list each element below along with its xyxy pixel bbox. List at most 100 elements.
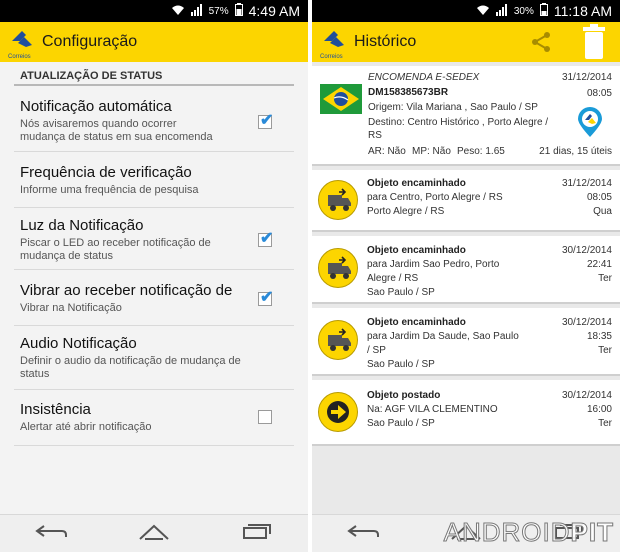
event-weekday: Qua (593, 206, 612, 217)
correios-logo[interactable]: Correios (320, 25, 348, 60)
event-time: 18:35 (586, 331, 612, 342)
notification-light-checkbox[interactable]: ✔ (258, 230, 273, 247)
event-detail: Na: AGF VILA CLEMENTINO (367, 404, 498, 415)
pref-summary: Vibrar na Notificação (20, 302, 122, 314)
pref-check-frequency[interactable]: Frequência de verificação Informe uma fr… (14, 152, 294, 208)
event-item[interactable]: Objeto encaminhado para Centro, Porto Al… (312, 170, 620, 232)
tracking-code: DM158385673BR (368, 87, 449, 98)
pref-insistence[interactable]: Insistência Alertar até abrir notificaçã… (14, 390, 294, 446)
vibrate-checkbox[interactable]: ✔ (258, 289, 273, 306)
signal-icon (495, 3, 508, 19)
date: 31/12/2014 (561, 72, 612, 83)
event-time: 08:05 (586, 192, 612, 203)
time: 08:05 (586, 88, 612, 99)
pref-notification-light[interactable]: Luz da Notificação Piscar o LED ao receb… (14, 208, 294, 270)
event-date: 30/12/2014 (561, 390, 612, 401)
truck-icon (318, 180, 358, 220)
insistence-checkbox[interactable] (258, 410, 272, 424)
brazil-flag-icon (320, 84, 362, 119)
pref-title: Vibrar ao receber notificação de (20, 282, 233, 299)
event-item[interactable]: Objeto postado Na: AGF VILA CLEMENTINO S… (312, 380, 620, 446)
pref-summary: Informe uma frequência de pesquisa (20, 184, 199, 196)
location-pin-icon[interactable] (576, 106, 604, 143)
pref-vibrate[interactable]: Vibrar ao receber notificação de Vibrar … (14, 270, 294, 326)
app-bar: Correios Histórico (312, 22, 620, 62)
pref-summary: Piscar o LED ao receber notificação de (20, 237, 211, 249)
mp-flag: MP: Não (412, 146, 451, 157)
status-bar: 57% 4:49 AM (0, 0, 308, 22)
correios-logo-icon (324, 31, 344, 47)
event-weekday: Ter (598, 418, 612, 429)
elapsed-days: 21 dias, 15 úteis (539, 146, 612, 157)
event-detail: Sao Paulo / SP (367, 287, 435, 298)
destination: Destino: Centro Histórico , Porto Alegre… (368, 117, 549, 128)
status-bar: 30% 11:18 AM (312, 0, 620, 22)
watermark: ANDROIDPIT (443, 517, 614, 548)
pref-title: Insistência (20, 401, 91, 418)
app-bar: Correios Configuração (0, 22, 308, 62)
back-icon[interactable] (346, 523, 380, 544)
wifi-icon (476, 4, 490, 19)
clock: 4:49 AM (248, 3, 300, 19)
event-detail: / SP (367, 345, 386, 356)
page-title: Histórico (354, 33, 417, 50)
destination: RS (368, 130, 382, 141)
package-summary-card[interactable]: ENCOMENDA E-SEDEX DM158385673BR Origem: … (312, 66, 620, 166)
pref-summary: status (20, 368, 50, 380)
event-item[interactable]: Objeto encaminhado para Jardim Sao Pedro… (312, 236, 620, 304)
pref-summary: Definir o audio da notificação de mudanç… (20, 355, 241, 367)
history-screen: 30% 11:18 AM Correios Histórico ENCOMEND… (312, 0, 620, 552)
event-detail: Sao Paulo / SP (367, 418, 435, 429)
recent-apps-icon[interactable] (240, 523, 274, 544)
event-detail: Sao Paulo / SP (367, 359, 435, 370)
pref-summary: Nós avisaremos quando ocorrer (20, 118, 177, 130)
home-icon[interactable] (137, 522, 171, 545)
battery-percentage: 30% (513, 5, 534, 17)
event-detail: para Jardim Sao Pedro, Porto (367, 259, 500, 270)
event-time: 16:00 (586, 404, 612, 415)
event-title: Objeto encaminhado (367, 245, 466, 256)
ar-flag: AR: Não (368, 146, 406, 157)
check-icon: ✔ (260, 112, 274, 129)
battery-icon (234, 3, 243, 19)
page-title: Configuração (42, 33, 138, 50)
navigation-bar (0, 514, 308, 552)
auto-notification-checkbox[interactable]: ✔ (258, 112, 273, 129)
settings-screen: 57% 4:49 AM Correios Configuração ATUALI… (0, 0, 308, 552)
event-title: Objeto postado (367, 390, 441, 401)
pref-summary: Alertar até abrir notificação (20, 421, 152, 433)
correios-logo[interactable]: Correios (8, 25, 36, 60)
share-icon[interactable] (530, 31, 552, 58)
event-detail: para Centro, Porto Alegre / RS (367, 192, 503, 203)
event-date: 30/12/2014 (561, 317, 612, 328)
pref-summary: mudança de status em sua encomenda (20, 131, 213, 143)
wifi-icon (171, 4, 185, 19)
event-date: 31/12/2014 (561, 178, 612, 189)
event-date: 30/12/2014 (561, 245, 612, 256)
clock: 11:18 AM (553, 3, 612, 19)
correios-logo-icon (12, 31, 32, 47)
truck-icon (318, 320, 358, 360)
event-weekday: Ter (598, 345, 612, 356)
event-item[interactable]: Objeto encaminhado para Jardim Da Saude,… (312, 308, 620, 376)
pref-title: Notificação automática (20, 98, 172, 115)
logo-text: Correios (320, 54, 343, 60)
check-icon: ✔ (260, 289, 274, 306)
event-detail: para Jardim Da Saude, Sao Paulo (367, 331, 519, 342)
trash-icon[interactable] (582, 24, 606, 65)
event-detail: Porto Alegre / RS (367, 206, 445, 217)
back-icon[interactable] (34, 523, 68, 544)
section-header-status-update: ATUALIZAÇÃO DE STATUS (14, 62, 294, 86)
weight: Peso: 1.65 (457, 146, 505, 157)
pref-title: Frequência de verificação (20, 164, 192, 181)
origin: Origem: Vila Mariana , Sao Paulo / SP (368, 102, 538, 113)
composite-screenshot: 57% 4:49 AM Correios Configuração ATUALI… (0, 0, 620, 552)
pref-auto-notification[interactable]: Notificação automática Nós avisaremos qu… (14, 89, 294, 152)
service-type: ENCOMENDA E-SEDEX (368, 72, 480, 83)
check-icon: ✔ (260, 230, 274, 247)
truck-icon (318, 248, 358, 288)
battery-icon (539, 3, 548, 19)
pref-title: Audio Notificação (20, 335, 137, 352)
pref-audio-notification[interactable]: Audio Notificação Definir o audio da not… (14, 326, 294, 390)
logo-text: Correios (8, 54, 31, 60)
